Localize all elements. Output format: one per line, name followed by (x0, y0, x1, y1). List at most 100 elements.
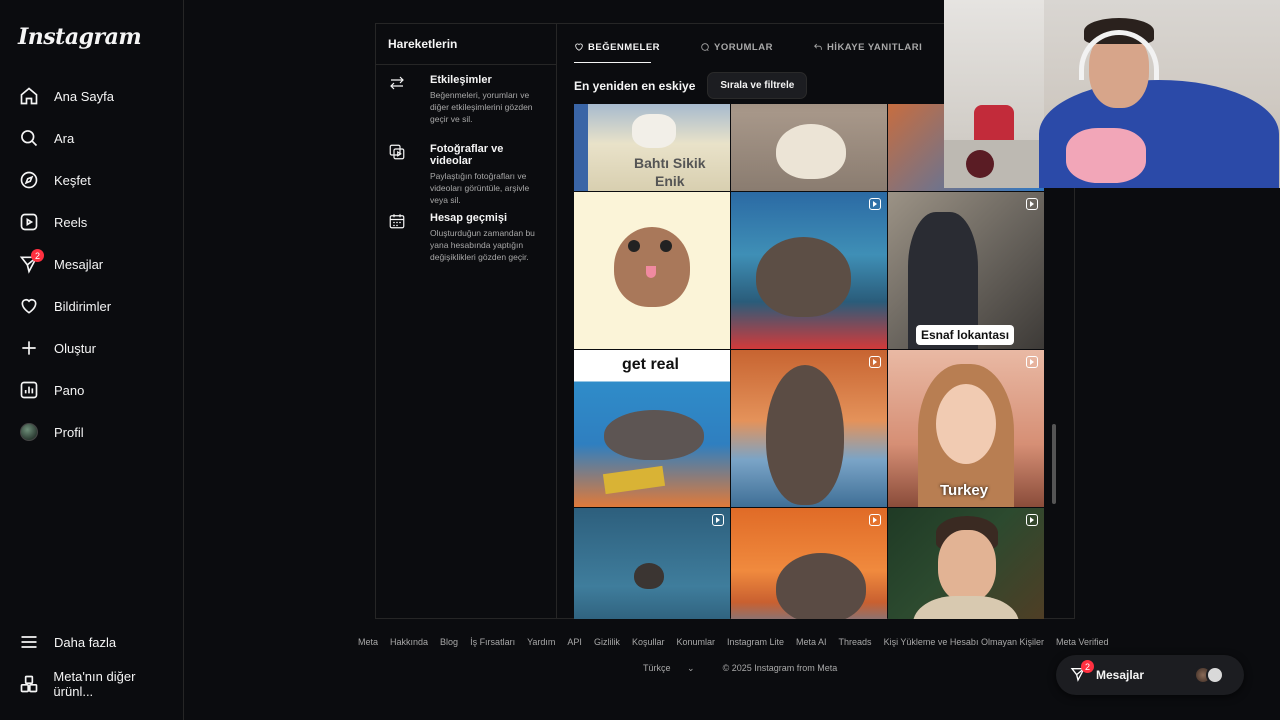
footer-link[interactable]: Meta Verified (1056, 637, 1109, 647)
footer-link[interactable]: Hakkında (390, 637, 428, 647)
webcam-overlay (944, 0, 1280, 188)
frame-edge (574, 104, 588, 191)
sidebar-item-search[interactable]: Ara (10, 120, 176, 156)
post-caption: Bahtı Sikik Enik (634, 155, 706, 189)
mat (602, 465, 666, 495)
grid-item[interactable] (731, 508, 887, 619)
sidebar-item-home[interactable]: Ana Sayfa (10, 78, 176, 114)
footer-link[interactable]: API (567, 637, 582, 647)
activity-section-history[interactable]: Hesap geçmişi Oluşturduğun zamandan bu y… (388, 212, 548, 263)
heart-icon (575, 43, 583, 51)
face (936, 384, 996, 464)
sidebar-item-more[interactable]: Daha fazla (10, 624, 176, 660)
footer-link[interactable]: Gizlilik (594, 637, 620, 647)
grid-item[interactable] (888, 508, 1044, 619)
footer-link[interactable]: Blog (440, 637, 458, 647)
reply-icon (814, 43, 822, 50)
messenger-icon: 2 (1070, 660, 1094, 684)
dashboard-icon (16, 377, 42, 403)
sidebar-item-reels[interactable]: Reels (10, 204, 176, 240)
grid-item[interactable] (731, 104, 887, 191)
sea-lion (756, 237, 851, 317)
grid-item[interactable] (574, 192, 730, 349)
reels-icon (16, 209, 42, 235)
footer-links: Meta Hakkında Blog İş Fırsatları Yardım … (358, 637, 1121, 647)
puppy-figure (632, 114, 676, 148)
footer-link[interactable]: Instagram Lite (727, 637, 784, 647)
grid-item[interactable] (731, 350, 887, 507)
messages-pill[interactable]: 2 Mesajlar (1056, 655, 1244, 695)
instagram-logo[interactable]: Instagram (18, 24, 142, 50)
grid-item[interactable]: Esnaf lokantası (888, 192, 1044, 349)
reel-icon (1026, 198, 1038, 210)
face (938, 530, 996, 602)
sidebar-item-label: Oluştur (54, 340, 96, 356)
tongue (646, 266, 656, 278)
tab-label: HİKAYE YANITLARI (826, 41, 923, 53)
notification-badge: 2 (1081, 660, 1094, 673)
sea-lion (776, 553, 866, 619)
sidebar-item-meta-products[interactable]: Meta'nın diğer ürünl... (10, 666, 176, 702)
chevron-down-icon: ⌄ (687, 663, 695, 673)
footer-meta: Türkçe ⌄ © 2025 Instagram from Meta (643, 663, 851, 674)
sea-lion (766, 365, 844, 505)
sidebar-item-label: Bildirimler (54, 298, 112, 314)
cake (1066, 128, 1146, 183)
section-desc: Beğenmeleri, yorumları ve diğer etkileşi… (430, 90, 533, 124)
post-caption: Esnaf lokantası (916, 325, 1015, 345)
footer-link[interactable]: Kişi Yükleme ve Hesabı Olmayan Kişiler (884, 637, 1044, 647)
footer-link[interactable]: İş Fırsatları (470, 637, 515, 647)
apps-icon (16, 671, 41, 697)
grid-item[interactable]: get real (574, 350, 730, 507)
footer-link[interactable]: Konumlar (676, 637, 715, 647)
sidebar-item-create[interactable]: Oluştur (10, 330, 176, 366)
section-title: Hesap geçmişi (430, 212, 508, 224)
sidebar-item-dashboard[interactable]: Pano (10, 372, 176, 408)
activity-section-interactions[interactable]: Etkileşimler Beğenmeleri, yorumları ve d… (388, 74, 548, 125)
section-desc: Paylaştığın fotoğrafları ve videoları gö… (430, 171, 530, 205)
footer-link[interactable]: Yardım (527, 637, 555, 647)
message-avatars (1194, 666, 1224, 684)
tab-likes[interactable]: BEĞENMELER (574, 38, 660, 56)
tab-comments[interactable]: YORUMLAR (700, 38, 773, 56)
tab-story-replies[interactable]: HİKAYE YANITLARI (813, 38, 922, 56)
footer-link[interactable]: Threads (839, 637, 872, 647)
sidebar-item-explore[interactable]: Keşfet (10, 162, 176, 198)
avatar (1206, 666, 1224, 684)
activity-tabs: BEĞENMELER YORUMLAR HİKAYE YANITLARI (574, 38, 962, 64)
plus-icon (16, 335, 42, 361)
sidebar: Instagram Ana Sayfa Ara Keşfet Reels 2 M… (0, 0, 184, 720)
language-select[interactable]: Türkçe ⌄ (643, 663, 709, 674)
notification-badge: 2 (31, 249, 44, 262)
sidebar-item-notifications[interactable]: Bildirimler (10, 288, 176, 324)
seal-pup (776, 124, 846, 179)
reel-icon (1026, 356, 1038, 368)
footer-link[interactable]: Koşullar (632, 637, 665, 647)
copyright: © 2025 Instagram from Meta (722, 663, 838, 673)
sidebar-item-messages[interactable]: 2 Mesajlar (10, 246, 176, 282)
active-tab-indicator (574, 62, 651, 63)
post-caption: Turkey (940, 482, 989, 499)
sidebar-item-label: Reels (54, 214, 88, 230)
activity-section-media[interactable]: Fotoğraflar ve videolar Paylaştığın foto… (388, 143, 548, 206)
scrollbar-thumb[interactable] (1052, 424, 1056, 504)
home-icon (16, 83, 42, 109)
grid-item[interactable] (574, 508, 730, 619)
sidebar-item-label: Meta'nın diğer ürünl... (53, 669, 136, 699)
sidebar-item-label: Profil (54, 424, 84, 440)
footer-link[interactable]: Meta (358, 637, 378, 647)
sort-filter-button[interactable]: Sırala ve filtrele (707, 72, 808, 99)
sidebar-item-label: Daha fazla (54, 634, 117, 650)
calendar-icon (388, 212, 408, 232)
sidebar-item-label: Ara (54, 130, 75, 146)
sea-lion (604, 410, 704, 460)
grid-item[interactable]: Bahtı Sikik Enik (574, 104, 730, 191)
footer-link[interactable]: Meta AI (796, 637, 827, 647)
messenger-icon: 2 (16, 249, 44, 277)
grid-item[interactable]: Turkey (888, 350, 1044, 507)
reel-icon (869, 356, 881, 368)
sidebar-item-profile[interactable]: Profil (10, 414, 176, 450)
heart-icon (16, 293, 42, 319)
grid-item[interactable] (731, 192, 887, 349)
arrows-icon (388, 74, 408, 94)
